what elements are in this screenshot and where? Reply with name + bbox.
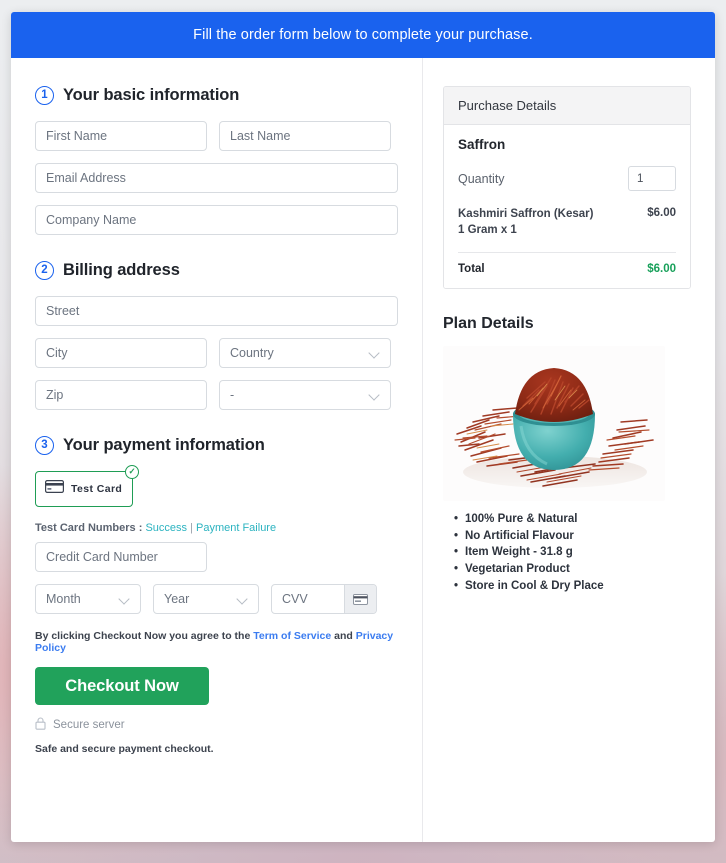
street-row: Street (35, 296, 398, 326)
expiry-cvv-row: Month Year CVV (35, 584, 398, 614)
month-value: Month (46, 592, 81, 606)
quantity-input[interactable]: 1 (628, 166, 676, 191)
terms-of-service-link[interactable]: Term of Service (253, 630, 331, 642)
company-placeholder: Company Name (46, 213, 137, 227)
last-name-input[interactable]: Last Name (219, 121, 391, 151)
quantity-label: Quantity (458, 171, 505, 186)
purchase-details-panel: Purchase Details Saffron Quantity 1 Kash… (443, 86, 691, 290)
purchase-details-header: Purchase Details (444, 87, 690, 125)
section-basic-information-header: 1 Your basic information (35, 86, 398, 105)
zip-placeholder: Zip (46, 388, 64, 402)
name-row: First Name Last Name (35, 121, 398, 151)
test-card-option[interactable]: Test Card (35, 471, 133, 507)
email-placeholder: Email Address (46, 171, 126, 185)
email-input[interactable]: Email Address (35, 163, 398, 193)
company-row: Company Name (35, 205, 398, 235)
zip-state-row: Zip - (35, 380, 398, 410)
list-item: Item Weight - 31.8 g (454, 544, 691, 561)
agreement-middle: and (331, 630, 356, 642)
credit-card-row: Credit Card Number (35, 542, 398, 572)
credit-card-placeholder: Credit Card Number (46, 550, 158, 564)
country-value: Country (230, 346, 274, 360)
street-placeholder: Street (46, 304, 80, 318)
list-item: Store in Cool & Dry Place (454, 578, 691, 595)
test-card-numbers-line: Test Card Numbers : Success | Payment Fa… (35, 522, 398, 534)
total-row: Total $6.00 (458, 263, 676, 275)
quantity-value: 1 (637, 172, 644, 185)
summary-column: Purchase Details Saffron Quantity 1 Kash… (423, 58, 715, 842)
total-value: $6.00 (647, 263, 676, 276)
test-card-numbers-label: Test Card Numbers : (35, 522, 146, 534)
quantity-row: Quantity 1 (458, 166, 676, 191)
test-card-label: Test Card (71, 483, 123, 495)
city-country-row: City Country (35, 338, 398, 368)
agreement-prefix: By clicking Checkout Now you agree to th… (35, 630, 254, 642)
credit-card-number-input[interactable]: Credit Card Number (35, 542, 207, 572)
chevron-down-icon (237, 594, 248, 605)
page-banner: Fill the order form below to complete yo… (11, 12, 715, 58)
cvv-field-group: CVV (271, 584, 377, 614)
line-item-price: $6.00 (647, 207, 676, 219)
secure-server-note: Secure server (35, 717, 398, 733)
section-payment-information-header: 3 Your payment information (35, 436, 398, 455)
state-select[interactable]: - (219, 380, 391, 410)
section-title: Your basic information (63, 86, 240, 104)
city-input[interactable]: City (35, 338, 207, 368)
first-name-input[interactable]: First Name (35, 121, 207, 151)
secure-server-label: Secure server (53, 719, 125, 731)
plan-feature-list: 100% Pure & Natural No Artificial Flavou… (443, 511, 691, 594)
total-label: Total (458, 263, 485, 276)
test-card-option-wrapper: Test Card ✓ (35, 465, 139, 507)
chevron-down-icon (369, 390, 380, 401)
list-item: 100% Pure & Natural (454, 511, 691, 528)
expiry-year-select[interactable]: Year (153, 584, 259, 614)
checkout-card: Fill the order form below to complete yo… (11, 12, 715, 842)
year-value: Year (164, 592, 190, 606)
city-placeholder: City (46, 346, 68, 360)
first-name-placeholder: First Name (46, 129, 108, 143)
email-row: Email Address (35, 163, 398, 193)
step-number-icon: 1 (35, 86, 54, 105)
link-separator: | (187, 522, 196, 534)
selected-check-icon: ✓ (125, 465, 139, 479)
last-name-placeholder: Last Name (230, 129, 291, 143)
card-body: 1 Your basic information First Name Last… (11, 58, 715, 842)
section-title: Your payment information (63, 436, 265, 454)
cvv-input[interactable]: CVV (272, 585, 344, 613)
credit-card-icon (45, 480, 64, 498)
checkout-now-button[interactable]: Checkout Now (35, 667, 209, 705)
form-column: 1 Your basic information First Name Last… (11, 58, 423, 842)
payment-failure-link[interactable]: Payment Failure (196, 522, 276, 534)
cvv-card-icon (344, 585, 376, 613)
chevron-down-icon (119, 594, 130, 605)
cvv-placeholder: CVV (282, 592, 308, 606)
success-link[interactable]: Success (145, 522, 187, 534)
company-name-input[interactable]: Company Name (35, 205, 398, 235)
product-name: Saffron (458, 137, 506, 152)
step-number-icon: 2 (35, 261, 54, 280)
agreement-text: By clicking Checkout Now you agree to th… (35, 630, 398, 654)
line-item-name: Kashmiri Saffron (Kesar) 1 Gram x 1 (458, 208, 594, 236)
step-number-icon: 3 (35, 436, 54, 455)
section-title: Billing address (63, 261, 180, 279)
country-select[interactable]: Country (219, 338, 391, 368)
section-billing-address-header: 2 Billing address (35, 261, 398, 280)
safe-checkout-note: Safe and secure payment checkout. (35, 743, 214, 755)
expiry-month-select[interactable]: Month (35, 584, 141, 614)
list-item: Vegetarian Product (454, 561, 691, 578)
list-item: No Artificial Flavour (454, 528, 691, 545)
banner-text: Fill the order form below to complete yo… (193, 27, 533, 43)
line-item: Kashmiri Saffron (Kesar) 1 Gram x 1 $6.0… (458, 207, 676, 254)
street-input[interactable]: Street (35, 296, 398, 326)
chevron-down-icon (369, 348, 380, 359)
zip-input[interactable]: Zip (35, 380, 207, 410)
purchase-details-body: Saffron Quantity 1 Kashmiri Saffron (Kes… (444, 125, 690, 289)
product-image (443, 346, 665, 502)
lock-icon (35, 717, 46, 733)
state-value: - (230, 388, 235, 402)
plan-details-title: Plan Details (443, 315, 534, 333)
